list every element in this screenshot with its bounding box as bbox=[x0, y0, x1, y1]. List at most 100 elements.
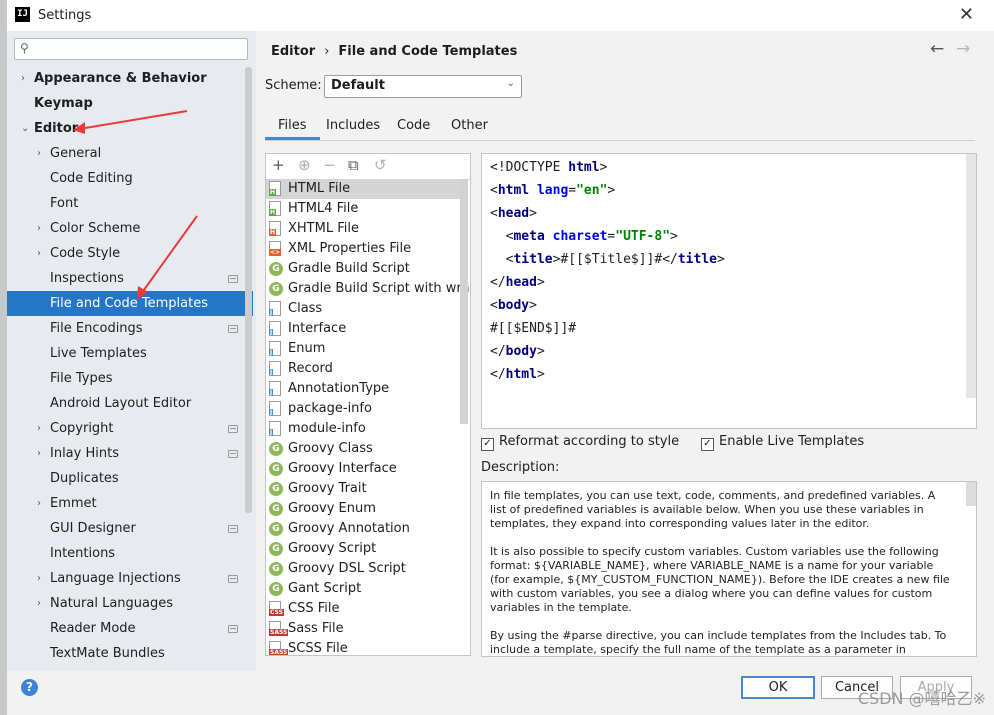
search-icon: ⚲ bbox=[20, 41, 29, 55]
live-templates-checkbox[interactable]: ✓ Enable Live Templates bbox=[701, 434, 864, 451]
copy-icon[interactable]: ⧉ bbox=[348, 156, 359, 174]
sidebar-item-inlay-hints[interactable]: › Inlay Hints bbox=[7, 441, 253, 466]
sidebar-item-file-and-code-templates[interactable]: File and Code Templates bbox=[7, 291, 253, 316]
editor-scrollbar[interactable] bbox=[966, 154, 976, 398]
template-row[interactable]: G Groovy DSL Script bbox=[266, 559, 460, 579]
groovy-file-icon: G bbox=[269, 282, 283, 296]
chevron-right-icon[interactable]: › bbox=[37, 491, 41, 516]
tab-files[interactable]: Files bbox=[265, 111, 320, 140]
sidebar-item-duplicates[interactable]: Duplicates bbox=[7, 466, 253, 491]
back-arrow-icon[interactable]: ← bbox=[930, 39, 944, 59]
sidebar-item-color-scheme[interactable]: › Color Scheme bbox=[7, 216, 253, 241]
tab-other[interactable]: Other bbox=[438, 111, 501, 140]
ok-button[interactable]: OK bbox=[741, 676, 815, 699]
sidebar-item-inspections[interactable]: Inspections bbox=[7, 266, 253, 291]
template-row[interactable]: CSS CSS File bbox=[266, 599, 460, 619]
template-name: Groovy Class bbox=[288, 441, 373, 456]
sidebar-item-appearance-behavior[interactable]: › Appearance & Behavior bbox=[7, 66, 253, 91]
template-list-scrollbar[interactable] bbox=[460, 179, 468, 424]
template-row[interactable]: J Class bbox=[266, 299, 460, 319]
sidebar-item-code-editing[interactable]: Code Editing bbox=[7, 166, 253, 191]
sidebar-item-keymap[interactable]: Keymap bbox=[7, 91, 253, 116]
template-row[interactable]: Jmodule-info bbox=[266, 419, 460, 439]
sidebar-item-android-layout-editor[interactable]: Android Layout Editor bbox=[7, 391, 253, 416]
chevron-right-icon[interactable]: › bbox=[37, 566, 41, 591]
sidebar-item-natural-languages[interactable]: › Natural Languages bbox=[7, 591, 253, 616]
code-line: <head> bbox=[490, 206, 537, 221]
code-token: title bbox=[677, 252, 717, 267]
close-icon[interactable]: ✕ bbox=[959, 4, 974, 25]
remove-icon[interactable]: − bbox=[323, 156, 336, 174]
sidebar-item-font[interactable]: Font bbox=[7, 191, 253, 216]
template-row[interactable]: G Groovy Annotation bbox=[266, 519, 460, 539]
sidebar-item-live-templates[interactable]: Live Templates bbox=[7, 341, 253, 366]
chevron-right-icon[interactable]: › bbox=[37, 591, 41, 616]
template-row[interactable]: H HTML4 File bbox=[266, 199, 460, 219]
sidebar-item-reader-mode[interactable]: Reader Mode bbox=[7, 616, 253, 641]
sidebar-item-label: Live Templates bbox=[50, 346, 147, 361]
description-panel[interactable]: In file templates, you can use text, cod… bbox=[481, 481, 977, 657]
template-row[interactable]: G Groovy Script bbox=[266, 539, 460, 559]
template-name: Sass File bbox=[288, 621, 344, 636]
forward-arrow-icon[interactable]: → bbox=[956, 39, 970, 59]
template-row[interactable]: G Groovy Enum bbox=[266, 499, 460, 519]
checkbox-checked-icon[interactable]: ✓ bbox=[701, 438, 714, 451]
template-row[interactable]: G Gant Script bbox=[266, 579, 460, 599]
tab-code[interactable]: Code bbox=[384, 111, 443, 140]
help-icon[interactable]: ? bbox=[21, 679, 38, 696]
template-row[interactable]: H HTML File bbox=[266, 179, 460, 199]
sidebar-item-code-style[interactable]: › Code Style bbox=[7, 241, 253, 266]
sidebar-item-file-encodings[interactable]: File Encodings bbox=[7, 316, 253, 341]
tab-includes[interactable]: Includes bbox=[313, 111, 393, 140]
template-row[interactable]: H XHTML File bbox=[266, 219, 460, 239]
template-row[interactable]: J Interface bbox=[266, 319, 460, 339]
sidebar-item-language-injections[interactable]: › Language Injections bbox=[7, 566, 253, 591]
sidebar-item-editor[interactable]: ⌄ Editor bbox=[7, 116, 253, 141]
template-row[interactable]: G Gradle Build Script bbox=[266, 259, 460, 279]
template-row[interactable]: G Groovy Trait bbox=[266, 479, 460, 499]
reformat-checkbox[interactable]: ✓ Reformat according to style bbox=[481, 434, 679, 451]
code-line: <body> bbox=[490, 298, 537, 313]
description-scrollbar[interactable] bbox=[966, 482, 976, 506]
sidebar-item-label: Natural Languages bbox=[50, 596, 174, 611]
chevron-right-icon[interactable]: › bbox=[37, 241, 41, 266]
sidebar-item-copyright[interactable]: › Copyright bbox=[7, 416, 253, 441]
sidebar-item-intentions[interactable]: Intentions bbox=[7, 541, 253, 566]
breadcrumb-parent[interactable]: Editor bbox=[271, 44, 315, 59]
template-name: Groovy Trait bbox=[288, 481, 367, 496]
template-row[interactable]: J Record bbox=[266, 359, 460, 379]
sidebar-item-emmet[interactable]: › Emmet bbox=[7, 491, 253, 516]
sidebar-item-gui-designer[interactable]: GUI Designer bbox=[7, 516, 253, 541]
settings-search-input[interactable]: ⚲ bbox=[14, 38, 248, 60]
chevron-down-icon[interactable]: ⌄ bbox=[21, 116, 29, 141]
template-name: package-info bbox=[288, 401, 372, 416]
scheme-dropdown[interactable]: Default ⌄ bbox=[324, 75, 522, 98]
sidebar-item-general[interactable]: › General bbox=[7, 141, 253, 166]
code-token: < bbox=[490, 229, 514, 244]
template-row[interactable]: J Enum bbox=[266, 339, 460, 359]
project-scope-icon bbox=[228, 450, 238, 458]
template-row[interactable]: Jpackage-info bbox=[266, 399, 460, 419]
template-row[interactable]: G Gradle Build Script with wrapper bbox=[266, 279, 470, 299]
code-token: > bbox=[607, 183, 616, 198]
template-row[interactable]: J AnnotationType bbox=[266, 379, 460, 399]
sidebar-scrollbar[interactable] bbox=[245, 67, 252, 513]
template-code-editor[interactable]: <!DOCTYPE html> <html lang="en"> <head> <m… bbox=[481, 153, 977, 429]
chevron-right-icon[interactable]: › bbox=[37, 441, 41, 466]
template-name: AnnotationType bbox=[288, 381, 390, 396]
template-row[interactable]: <> XML Properties File bbox=[266, 239, 460, 259]
template-row[interactable]: SASS SCSS File bbox=[266, 639, 460, 655]
reset-icon[interactable]: ↺ bbox=[374, 156, 387, 174]
add-icon[interactable]: + bbox=[272, 156, 285, 174]
sidebar-item-file-types[interactable]: File Types bbox=[7, 366, 253, 391]
template-row[interactable]: SASS Sass File bbox=[266, 619, 460, 639]
sidebar-item-textmate-bundles[interactable]: TextMate Bundles bbox=[7, 641, 253, 666]
add-child-icon[interactable]: ⊕ bbox=[298, 156, 311, 174]
chevron-right-icon[interactable]: › bbox=[37, 141, 41, 166]
checkbox-checked-icon[interactable]: ✓ bbox=[481, 438, 494, 451]
template-row[interactable]: G Groovy Class bbox=[266, 439, 460, 459]
template-row[interactable]: G Groovy Interface bbox=[266, 459, 460, 479]
chevron-right-icon[interactable]: › bbox=[21, 66, 25, 91]
chevron-right-icon[interactable]: › bbox=[37, 216, 41, 241]
chevron-right-icon[interactable]: › bbox=[37, 416, 41, 441]
